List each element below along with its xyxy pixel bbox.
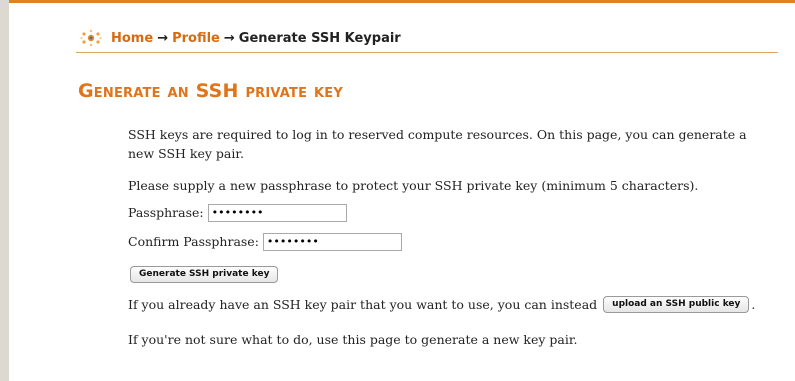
breadcrumb-current: Generate SSH Keypair <box>238 30 401 46</box>
breadcrumb-home-link[interactable]: Home <box>111 31 153 46</box>
upload-ssh-public-key-button[interactable]: upload an SSH public key <box>603 296 750 313</box>
confirm-passphrase-label: Confirm Passphrase: <box>128 234 259 249</box>
breadcrumb-separator-arrow: → <box>223 30 235 46</box>
confirm-passphrase-row: Confirm Passphrase: <box>128 232 402 251</box>
help-text: If you're not sure what to do, use this … <box>128 332 578 347</box>
page-title: Generate an SSH private key <box>78 80 343 102</box>
breadcrumb-profile-link[interactable]: Profile <box>172 31 220 46</box>
site-logo-icon[interactable] <box>80 29 102 47</box>
passphrase-input[interactable] <box>207 203 347 222</box>
upload-suffix: . <box>751 297 756 312</box>
intro-text: SSH keys are required to log in to reser… <box>128 127 747 161</box>
header-divider <box>76 52 778 53</box>
breadcrumb-separator-arrow: → <box>157 30 169 46</box>
upload-text: If you already have an SSH key pair that… <box>128 297 598 312</box>
top-accent-line <box>9 0 795 3</box>
passphrase-row: Passphrase: <box>128 203 347 222</box>
left-sidebar-strip <box>0 0 9 381</box>
instruction-text: Please supply a new passphrase to protec… <box>128 178 699 193</box>
confirm-passphrase-input[interactable] <box>262 232 402 251</box>
breadcrumb: Home → Profile → Generate SSH Keypair <box>80 29 401 47</box>
passphrase-label: Passphrase: <box>128 205 204 220</box>
upload-paragraph: If you already have an SSH key pair that… <box>128 295 755 314</box>
generate-row: Generate SSH private key <box>130 262 279 283</box>
generate-ssh-key-button[interactable]: Generate SSH private key <box>130 266 279 283</box>
